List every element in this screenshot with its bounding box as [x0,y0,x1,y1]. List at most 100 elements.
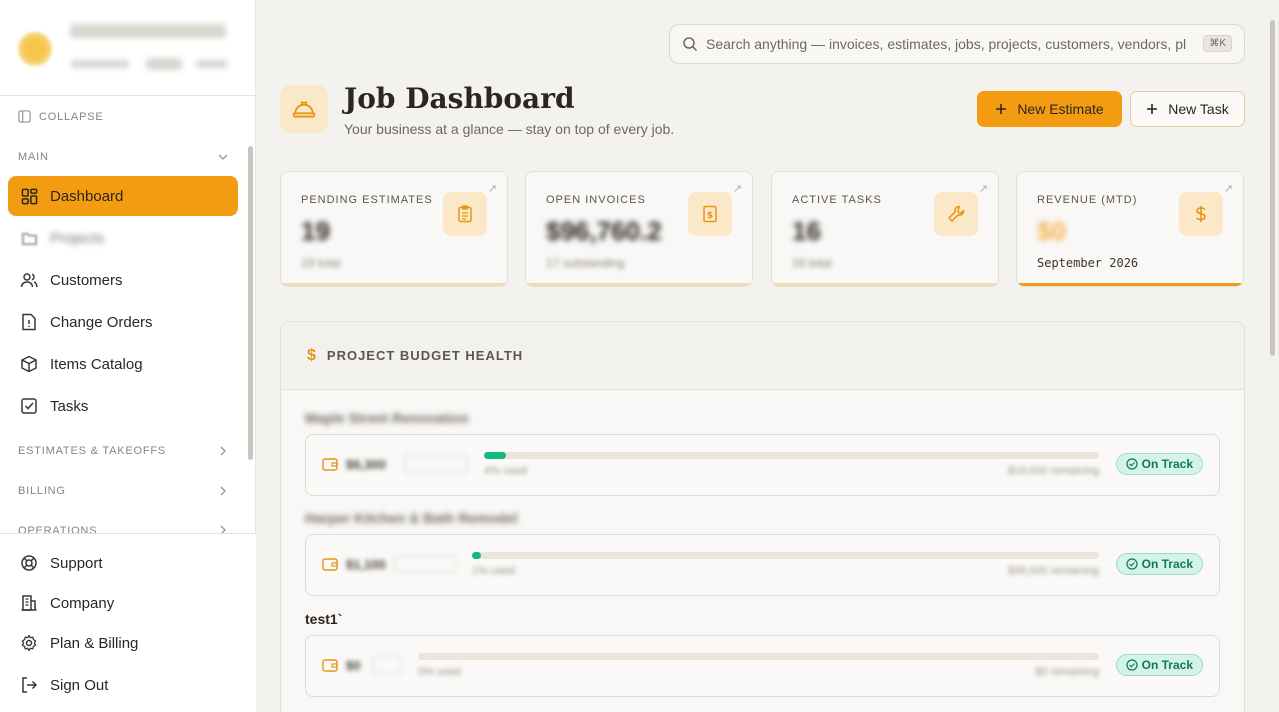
stat-value: $0 [1037,216,1066,246]
dollar-icon [1179,192,1223,236]
section-operations[interactable]: OPERATIONS [18,525,228,533]
status-label: On Track [1141,557,1193,571]
stat-label: ACTIVE TASKS [792,194,882,206]
dashboard-grid-icon [20,187,38,205]
project-name[interactable]: test1` [305,611,342,627]
sidebar-item-support[interactable]: Support [8,543,238,583]
sidebar-item-projects[interactable]: Projects [8,218,238,258]
chevron-right-icon [220,486,226,496]
stat-label: REVENUE (MTD) [1037,194,1138,206]
external-arrow-icon: ↗ [487,183,497,195]
budget-used: 4% used [484,465,527,477]
users-icon [20,271,38,289]
company-extra-redacted [196,60,228,68]
project-chip [372,656,402,674]
new-task-button[interactable]: New Task [1130,91,1245,127]
sidebar-item-label: Tasks [50,397,89,415]
project-amount: $6,300 [346,457,386,472]
budget-progress-track [418,653,1099,660]
page-title: Job Dashboard [344,82,575,115]
sidebar-item-change-orders[interactable]: Change Orders [8,302,238,342]
section-main[interactable]: MAIN [18,151,228,163]
dollar-icon: $ [307,346,317,364]
collapse-icon [18,110,31,123]
external-arrow-icon: ↗ [978,183,988,195]
check-circle-icon [1126,659,1138,671]
sidebar-item-tasks[interactable]: Tasks [8,386,238,426]
sidebar-item-label: Plan & Billing [50,634,139,652]
status-badge: On Track [1115,654,1203,676]
section-estimates[interactable]: ESTIMATES & TAKEOFFS [18,445,228,457]
company-logo [18,32,52,66]
stat-card-pending-estimates[interactable]: PENDING ESTIMATES 19 19 total ↗ [280,171,508,287]
sidebar-item-label: Support [50,554,103,572]
project-budget-row[interactable]: $0 0% used $0 remaining On Track [305,635,1220,697]
section-operations-label: OPERATIONS [18,525,98,533]
sidebar-item-label: Change Orders [50,313,153,331]
sidebar-item-company[interactable]: Company [8,583,238,623]
budget-progress-fill [472,552,482,559]
status-badge: On Track [1115,553,1203,575]
chevron-right-icon [220,525,226,533]
status-badge: On Track [1115,453,1203,475]
project-budget-row[interactable]: $1,100 1% used $98,000 remaining On Trac… [305,534,1220,596]
search-shortcut: ⌘K [1203,35,1232,52]
document-alert-icon [20,313,38,331]
chevron-right-icon [220,446,226,456]
sidebar: COLLAPSE MAIN Dashboard Projects Custome… [0,0,256,712]
sidebar-item-label: Dashboard [50,187,124,205]
section-billing[interactable]: BILLING [18,485,228,497]
global-search[interactable]: Search anything — invoices, estimates, j… [669,24,1245,64]
budget-progress-track [484,452,1099,459]
status-label: On Track [1141,658,1193,672]
wallet-icon [322,457,338,476]
external-arrow-icon: ↗ [732,183,742,195]
page-scrollbar[interactable] [1270,20,1275,356]
hard-hat-icon [292,101,316,118]
collapse-label: COLLAPSE [39,110,104,123]
stat-sub: 19 total [301,256,341,270]
search-icon [683,37,698,52]
company-plan-redacted [70,60,130,68]
sidebar-item-label: Company [50,594,115,612]
collapse-button[interactable]: COLLAPSE [18,110,103,123]
stat-card-revenue[interactable]: REVENUE (MTD) $0 September 2026 ↗ [1016,171,1244,287]
status-label: On Track [1141,457,1193,471]
stat-sub: 17 outstanding [546,256,625,270]
wallet-icon [322,658,338,677]
stat-value: 19 [301,216,330,246]
sidebar-item-dashboard[interactable]: Dashboard [8,176,238,216]
project-amount: $1,100 [346,557,386,572]
project-name[interactable]: Maple Street Renovation [305,410,468,426]
budget-remaining: $0 remaining [1035,666,1099,678]
sidebar-item-customers[interactable]: Customers [8,260,238,300]
chevron-down-icon [218,154,228,160]
sidebar-item-items-catalog[interactable]: Items Catalog [8,344,238,384]
new-estimate-button[interactable]: New Estimate [977,91,1122,127]
stat-value: $96,760.2 [546,216,662,246]
sidebar-item-plan-billing[interactable]: Plan & Billing [8,623,238,663]
search-input[interactable]: Search anything — invoices, estimates, j… [706,36,1186,52]
budget-progress-track [472,552,1099,559]
new-task-label: New Task [1168,101,1229,117]
sidebar-item-label: Sign Out [50,676,109,694]
project-budget-row[interactable]: $6,300 4% used $19,000 remaining On Trac… [305,434,1220,496]
check-circle-icon [1126,458,1138,470]
page-subtitle: Your business at a glance — stay on top … [344,121,675,137]
project-name[interactable]: Harper Kitchen & Bath Remodel [305,510,517,526]
svg-text:$: $ [707,211,713,221]
budget-remaining: $19,000 remaining [1007,465,1099,477]
stat-bar [1017,283,1243,286]
stat-card-open-invoices[interactable]: OPEN INVOICES $96,760.2 17 outstanding $… [525,171,753,287]
stat-card-active-tasks[interactable]: ACTIVE TASKS 16 16 total ↗ [771,171,999,287]
project-amount: $0 [346,658,361,673]
section-main-label: MAIN [18,151,49,163]
sidebar-item-label: Customers [50,271,123,289]
company-badge-redacted [146,58,182,70]
budget-used: 0% used [418,666,461,678]
building-icon [20,594,38,612]
sidebar-scrollbar[interactable] [248,146,253,460]
stat-sub: September 2026 [1037,256,1139,270]
sidebar-item-sign-out[interactable]: Sign Out [8,665,238,705]
brand-header[interactable] [0,0,255,96]
